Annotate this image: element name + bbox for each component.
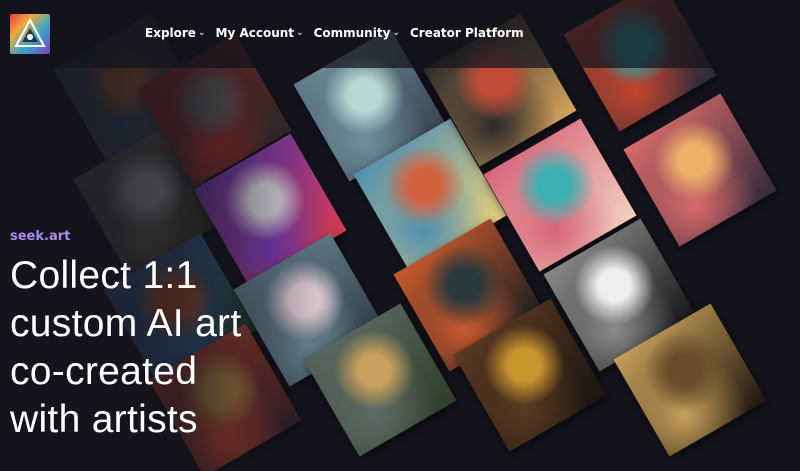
site-header: Explore ⌄ My Account ⌄ Community ⌄ Creat… [0, 0, 800, 68]
nav-creator-platform[interactable]: Creator Platform [410, 26, 524, 40]
hero-eyebrow: seek.art [10, 229, 71, 244]
hero-headline: Collect 1:1 custom AI art co-created wit… [10, 254, 242, 441]
golden-sunset-artwork[interactable] [623, 93, 777, 247]
nav-explore-label: Explore [145, 26, 196, 40]
chevron-down-icon: ⌄ [392, 28, 400, 38]
seek-art-logo-icon[interactable] [10, 14, 50, 54]
chevron-down-icon: ⌄ [296, 28, 304, 38]
main-nav: Explore ⌄ My Account ⌄ Community ⌄ Creat… [145, 26, 534, 40]
nav-community-label: Community [313, 26, 391, 40]
chevron-down-icon: ⌄ [197, 28, 206, 38]
nav-my-account-label: My Account [215, 26, 295, 40]
hero-section: seek.art Collect 1:1 custom AI art co-cr… [10, 229, 250, 444]
nav-explore[interactable]: Explore ⌄ [145, 26, 206, 40]
nav-my-account[interactable]: My Account ⌄ [216, 26, 304, 40]
nav-creator-platform-label: Creator Platform [409, 26, 524, 40]
nav-community[interactable]: Community ⌄ [314, 26, 400, 40]
